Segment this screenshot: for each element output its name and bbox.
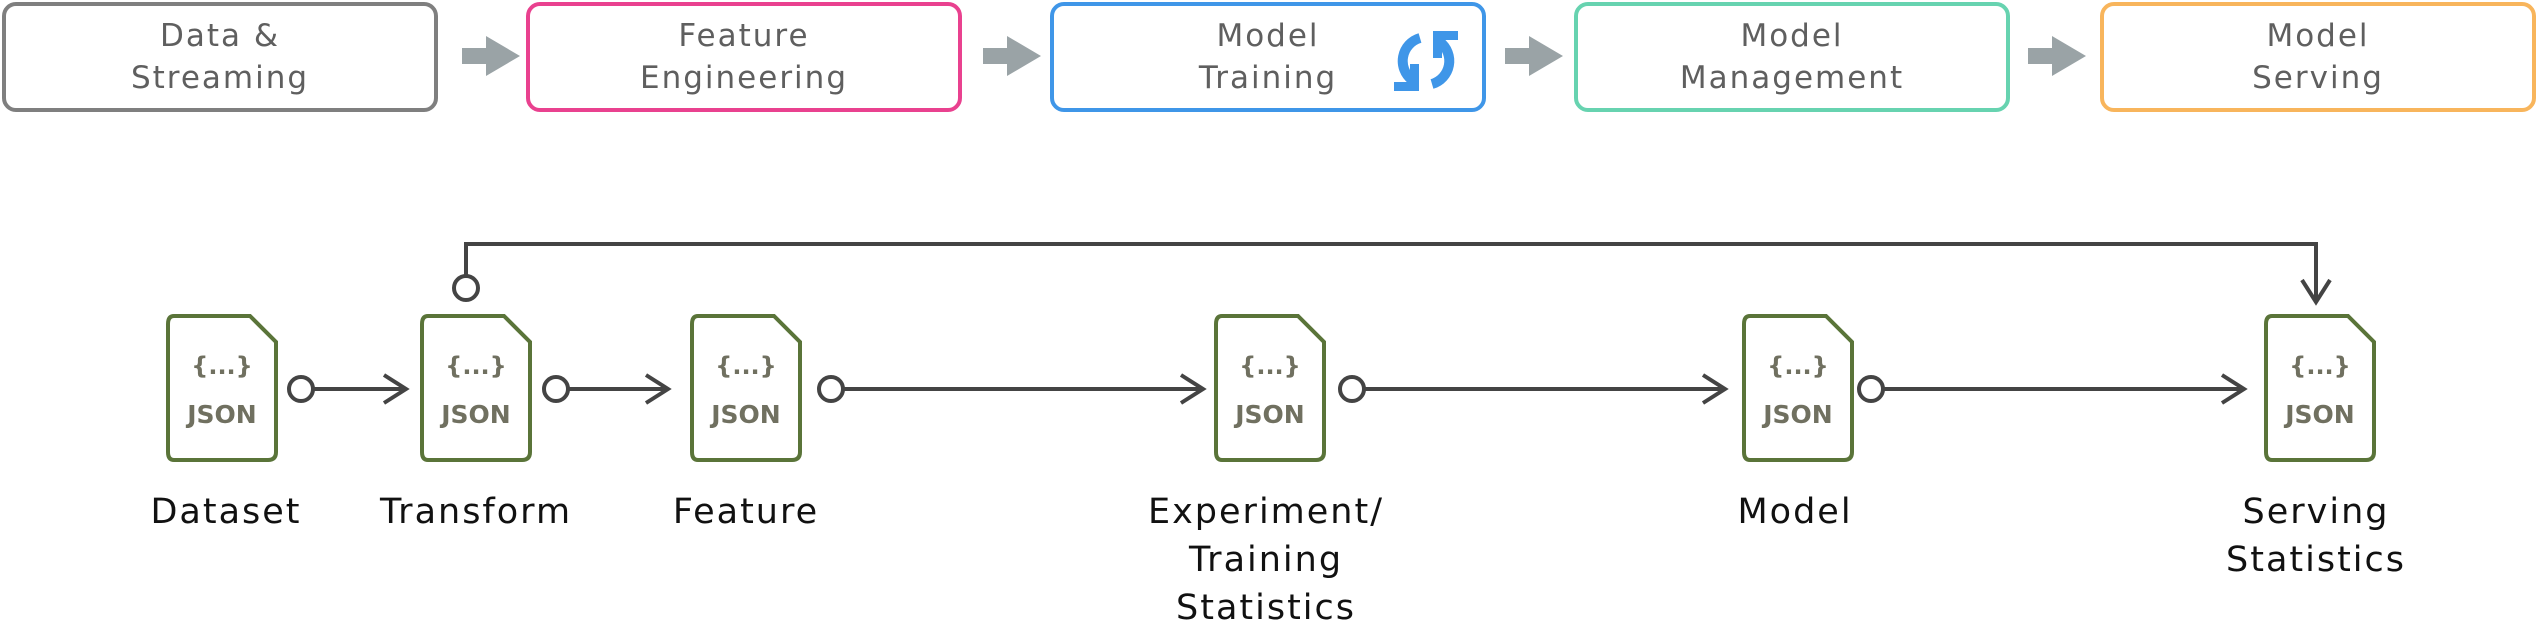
json-brace: {...} xyxy=(191,352,253,380)
artifact-serving-json-icon: {...} JSON xyxy=(2264,314,2376,462)
file-icon xyxy=(690,314,802,462)
connector-line xyxy=(464,242,2318,302)
artifact-model-json-icon: {...} JSON xyxy=(1742,314,1854,462)
json-type: JSON xyxy=(187,400,257,429)
label-line: Dataset xyxy=(150,492,302,532)
json-type: JSON xyxy=(1763,400,1833,429)
artifact-label-model: Model xyxy=(1737,488,1852,536)
json-brace: {...} xyxy=(2289,352,2351,380)
artifact-label-feature: Feature xyxy=(673,488,819,536)
artifact-label-experiment: Experiment/ Training Statistics xyxy=(1148,488,1384,632)
file-icon xyxy=(420,314,532,462)
json-brace: {...} xyxy=(1239,352,1301,380)
connector-origin-circle xyxy=(452,274,480,302)
json-brace: {...} xyxy=(715,352,777,380)
connector-origin-circle xyxy=(1857,375,1885,403)
label-line: Statistics xyxy=(1176,588,1356,628)
artifact-label-serving-statistics: Serving Statistics xyxy=(2226,488,2406,584)
connector-origin-circle xyxy=(287,375,315,403)
artifact-experiment-json-icon: {...} JSON xyxy=(1214,314,1326,462)
connector-origin-circle xyxy=(1338,375,1366,403)
connector-origin-circle xyxy=(542,375,570,403)
label-line: Model xyxy=(1737,492,1853,532)
artifact-transform-json-icon: {...} JSON xyxy=(420,314,532,462)
json-type: JSON xyxy=(2285,400,2355,429)
label-line: Transform xyxy=(379,492,573,532)
artifact-label-dataset: Dataset xyxy=(150,488,301,536)
json-type: JSON xyxy=(1235,400,1305,429)
artifact-label-transform: Transform xyxy=(380,488,572,536)
file-icon xyxy=(1214,314,1326,462)
json-type: JSON xyxy=(711,400,781,429)
connector-origin-circle xyxy=(817,375,845,403)
label-line: Statistics xyxy=(2226,540,2406,580)
json-brace: {...} xyxy=(1767,352,1829,380)
label-line: Training xyxy=(1188,540,1344,580)
label-line: Experiment/ xyxy=(1147,492,1385,532)
json-brace: {...} xyxy=(445,352,507,380)
label-line: Feature xyxy=(672,492,820,532)
artifact-feature-json-icon: {...} JSON xyxy=(690,314,802,462)
file-icon xyxy=(2264,314,2376,462)
file-icon xyxy=(166,314,278,462)
json-type: JSON xyxy=(441,400,511,429)
label-line: Serving xyxy=(2242,492,2390,532)
artifact-dataset-json-icon: {...} JSON xyxy=(166,314,278,462)
file-icon xyxy=(1742,314,1854,462)
